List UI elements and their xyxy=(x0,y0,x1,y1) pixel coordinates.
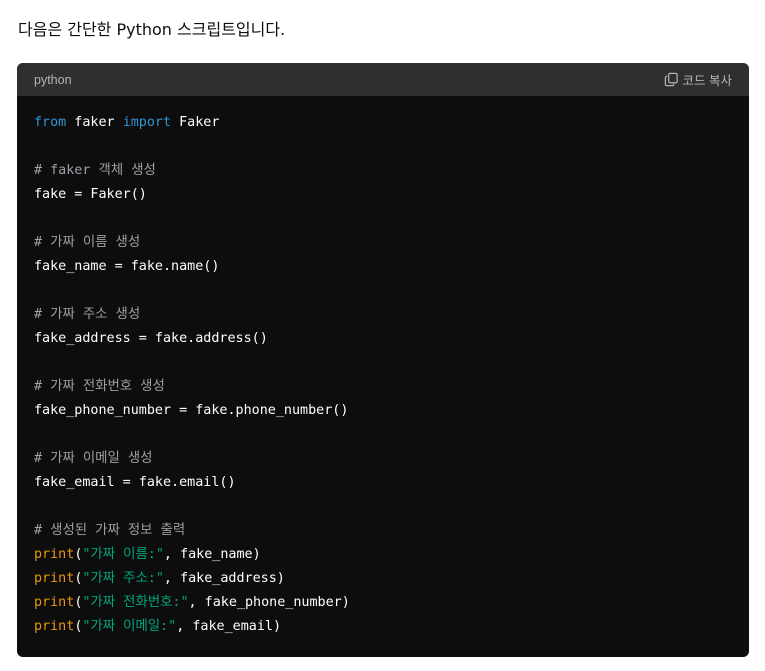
code-token: "가짜 이메일:" xyxy=(82,619,177,634)
code-line: fake_address = fake.address() xyxy=(34,327,739,351)
copy-icon xyxy=(664,72,679,87)
code-line: # 가짜 이름 생성 xyxy=(34,231,739,255)
code-token: Faker xyxy=(171,115,220,130)
code-token: # 가짜 주소 생성 xyxy=(34,307,141,322)
code-header: python 코드 복사 xyxy=(17,63,749,96)
code-token: # 생성된 가짜 정보 출력 xyxy=(34,523,186,538)
code-token: print xyxy=(34,595,75,610)
code-token: faker xyxy=(66,115,123,130)
code-line: # 가짜 주소 생성 xyxy=(34,303,739,327)
code-line: print("가짜 이메일:", fake_email) xyxy=(34,615,739,639)
code-line: fake_name = fake.name() xyxy=(34,255,739,279)
code-token: fake_address = fake.address() xyxy=(34,331,268,346)
code-line: # 가짜 이메일 생성 xyxy=(34,447,739,471)
code-token: fake_phone_number = fake.phone_number() xyxy=(34,403,349,418)
code-token: fake_name = fake.name() xyxy=(34,259,220,274)
code-block: python 코드 복사 from faker import Faker # fa… xyxy=(17,63,749,657)
code-token: "가짜 주소:" xyxy=(82,571,164,586)
code-content: from faker import Faker # faker 객체 생성 fake… xyxy=(34,111,739,639)
code-token: , fake_phone_number) xyxy=(188,595,350,610)
code-token: , fake_email) xyxy=(176,619,282,634)
code-line: # 생성된 가짜 정보 출력 xyxy=(34,519,739,543)
code-token: # 가짜 이름 생성 xyxy=(34,235,141,250)
code-token: , fake_address) xyxy=(163,571,285,586)
code-token: # 가짜 전화번호 생성 xyxy=(34,379,165,394)
code-token: import xyxy=(122,115,172,130)
code-line: fake = Faker() xyxy=(34,183,739,207)
code-line: print("가짜 주소:", fake_address) xyxy=(34,567,739,591)
code-line: # 가짜 전화번호 생성 xyxy=(34,375,739,399)
copy-code-button[interactable]: 코드 복사 xyxy=(664,70,732,89)
code-line: from faker import Faker xyxy=(34,111,739,135)
code-token: from xyxy=(34,115,67,130)
code-token: # 가짜 이메일 생성 xyxy=(34,451,153,466)
code-token: print xyxy=(34,619,75,634)
code-token: "가짜 전화번호:" xyxy=(82,595,189,610)
code-token: , fake_name) xyxy=(163,547,261,562)
code-token: fake_email = fake.email() xyxy=(34,475,236,490)
copy-code-label: 코드 복사 xyxy=(682,74,732,88)
code-line: fake_phone_number = fake.phone_number() xyxy=(34,399,739,423)
code-line: print("가짜 전화번호:", fake_phone_number) xyxy=(34,591,739,615)
code-line: fake_email = fake.email() xyxy=(34,471,739,495)
code-language-label: python xyxy=(34,72,72,87)
code-token: # faker 객체 생성 xyxy=(34,163,156,178)
code-line: # faker 객체 생성 xyxy=(34,159,739,183)
intro-text: 다음은 간단한 Python 스크립트입니다. xyxy=(18,20,286,39)
code-token: fake = Faker() xyxy=(34,187,147,202)
code-token: print xyxy=(34,547,75,562)
code-line: print("가짜 이름:", fake_name) xyxy=(34,543,739,567)
code-token: print xyxy=(34,571,75,586)
code-token: "가짜 이름:" xyxy=(82,547,164,562)
